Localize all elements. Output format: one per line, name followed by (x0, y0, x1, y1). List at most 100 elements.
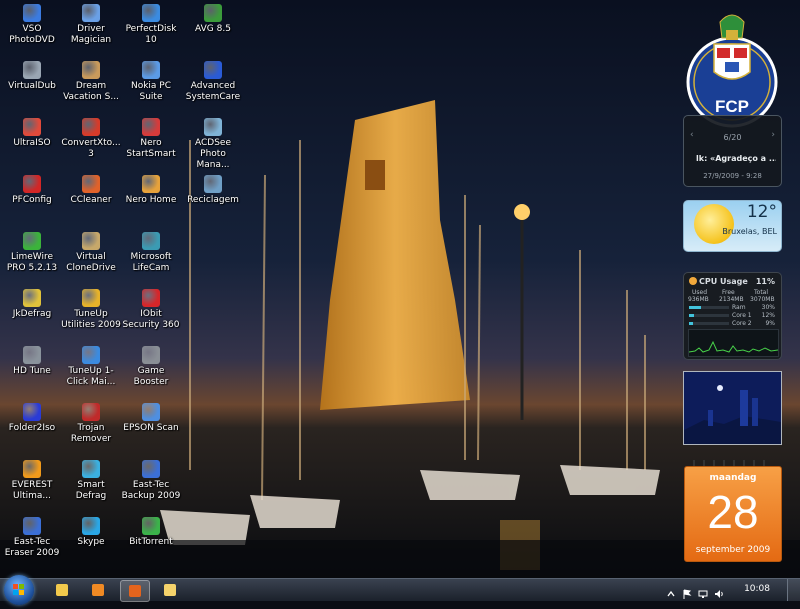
photo-slideshow-gadget[interactable] (683, 371, 782, 445)
desktop-icon[interactable]: IObit Security 360 (121, 285, 181, 331)
cpu-history-graph (688, 329, 779, 357)
desktop-icon[interactable]: East-Tec Backup 2009 (121, 456, 181, 502)
desktop-icon[interactable]: PerfectDisk 10 (121, 0, 181, 46)
desktop-icon[interactable]: VirtualDub (2, 57, 62, 92)
desktop-icon[interactable]: PFConfig (2, 171, 62, 206)
desktop-icon[interactable]: Driver Magician (61, 0, 121, 46)
desktop-icon[interactable]: Game Booster (121, 342, 181, 388)
desktop-icon[interactable]: Microsoft LifeCam (121, 228, 181, 274)
feed-gadget[interactable]: ‹ 6/20 › lk: «Agradeço a ... 27/9/2009 -… (683, 115, 782, 187)
desktop-icon-label: VirtualDub (8, 81, 56, 91)
cpu-row-fill (689, 314, 694, 317)
desktop-icon-label: EVEREST Ultima... (11, 480, 53, 501)
skype-icon (82, 517, 100, 535)
desktop-icon[interactable]: Advanced SystemCare (183, 57, 243, 103)
feed-counter: 6/20 (723, 133, 742, 142)
system-tray: 10:08 (660, 579, 800, 601)
pfconfig-icon (23, 175, 41, 193)
desktop-icon[interactable]: Nero StartSmart (121, 114, 181, 160)
mem-free-label: Free (722, 289, 735, 296)
desktop-icon-label: LimeWire PRO 5.2.13 (6, 252, 58, 273)
volume-icon[interactable] (714, 584, 724, 598)
nero-home-icon (142, 175, 160, 193)
limewire-icon (23, 232, 41, 250)
taskbar-clock[interactable]: 10:08 (744, 584, 770, 594)
weather-location: Bruxelas, BEL (722, 227, 777, 236)
hdtune-icon (23, 346, 41, 364)
desktop-icon[interactable]: LimeWire PRO 5.2.13 (2, 228, 62, 274)
desktop-icon[interactable]: BitTorrent (121, 513, 181, 548)
ultraiso-icon (23, 118, 41, 136)
chevron-right-icon[interactable]: › (771, 130, 775, 140)
desktop-icon-label: HD Tune (13, 366, 51, 376)
cpu-percent: 11% (755, 277, 775, 286)
firefox-icon (129, 585, 141, 597)
desktop-icon[interactable]: CCleaner (61, 171, 121, 206)
desktop-icon[interactable]: ACDSee Photo Mana... (183, 114, 243, 171)
desktop-icon[interactable]: AVG 8.5 (183, 0, 243, 35)
desktop-icon-label: East-Tec Backup 2009 (121, 480, 181, 501)
acdsee-icon (204, 118, 222, 136)
desktop-icon-label: Nero Home (125, 195, 177, 205)
messenger-taskbar-button[interactable] (156, 580, 184, 600)
desktop-icon[interactable]: TuneUp Utilities 2009 (61, 285, 121, 331)
desktop-icon-label: Smart Defrag (75, 480, 107, 501)
lifecam-icon (142, 232, 160, 250)
cpu-row-label: Ram (732, 304, 746, 311)
desktop-icon[interactable]: VSO PhotoDVD (2, 0, 62, 46)
desktop-icon[interactable]: EPSON Scan (121, 399, 181, 434)
cpu-usage-gadget[interactable]: CPU Usage 11% Used Free Total 936MB 2134… (683, 272, 782, 360)
desktop-icon[interactable]: Nokia PC Suite (121, 57, 181, 103)
chevron-up-icon[interactable] (666, 584, 676, 597)
desktop-icon[interactable]: East-Tec Eraser 2009 (2, 513, 62, 559)
perfectdisk-icon (142, 4, 160, 22)
desktop-icon[interactable]: Reciclagem (183, 171, 243, 206)
east-tec-eraser-icon (23, 517, 41, 535)
cpu-row-value: 30% (761, 304, 775, 311)
tuneup-1click-icon (82, 346, 100, 364)
desktop-icon-label: Folder2Iso (8, 423, 56, 433)
desktop-icon[interactable]: UltraISO (2, 114, 62, 149)
desktop-icon-label: East-Tec Eraser 2009 (4, 537, 60, 558)
east-tec-backup-icon (142, 460, 160, 478)
action-center-flag-icon[interactable] (682, 584, 692, 599)
desktop-icon-label: Dream Vacation S... (63, 81, 119, 102)
desktop-icon-label: Nero StartSmart (126, 138, 176, 159)
calendar-day: 28 (707, 486, 759, 538)
network-icon[interactable] (698, 584, 708, 598)
desktop-icon-label: VSO PhotoDVD (9, 24, 55, 45)
advanced-systemcare-icon (204, 61, 222, 79)
explorer-taskbar-button[interactable] (48, 580, 76, 600)
desktop-icon-label: PFConfig (12, 195, 52, 205)
desktop-icon[interactable]: Folder2Iso (2, 399, 62, 434)
start-button[interactable] (4, 575, 34, 605)
desktop-icon[interactable]: Virtual CloneDrive (61, 228, 121, 274)
feed-headline[interactable]: lk: «Agradeço a ... (696, 154, 776, 163)
desktop-icon-label: BitTorrent (129, 537, 173, 547)
desktop-icon[interactable]: HD Tune (2, 342, 62, 377)
bittorrent-icon (142, 517, 160, 535)
virtual-clonedrive-icon (82, 232, 100, 250)
media-player-taskbar-button[interactable] (84, 580, 112, 600)
cpu-title: CPU Usage (689, 277, 748, 286)
show-desktop-button[interactable] (787, 579, 800, 601)
desktop-icon-label: Nokia PC Suite (130, 81, 172, 102)
firefox-taskbar-button[interactable] (120, 580, 150, 602)
desktop-icon[interactable]: EVEREST Ultima... (2, 456, 62, 502)
desktop-icon[interactable]: JkDefrag (2, 285, 62, 320)
desktop-icon[interactable]: Trojan Remover (61, 399, 121, 445)
desktop-icon[interactable]: Skype (61, 513, 121, 548)
cpu-row-bar (689, 322, 729, 325)
weather-gadget[interactable]: 12° Bruxelas, BEL (683, 200, 782, 252)
cpu-row-bar (689, 314, 729, 317)
desktop-icon[interactable]: ConvertXto... 3 (61, 114, 121, 160)
calendar-gadget[interactable]: maandag 28 september 2009 (684, 460, 782, 562)
desktop-icon[interactable]: Smart Defrag (61, 456, 121, 502)
desktop-icon[interactable]: Dream Vacation S... (61, 57, 121, 103)
desktop-icon-label: ACDSee Photo Mana... (195, 138, 231, 170)
desktop-icon[interactable]: Nero Home (121, 171, 181, 206)
smart-defrag-icon (82, 460, 100, 478)
calendar-month-year: september 2009 (695, 545, 771, 555)
desktop-icon[interactable]: TuneUp 1-Click Mai... (61, 342, 121, 388)
virtualdub-icon (23, 61, 41, 79)
